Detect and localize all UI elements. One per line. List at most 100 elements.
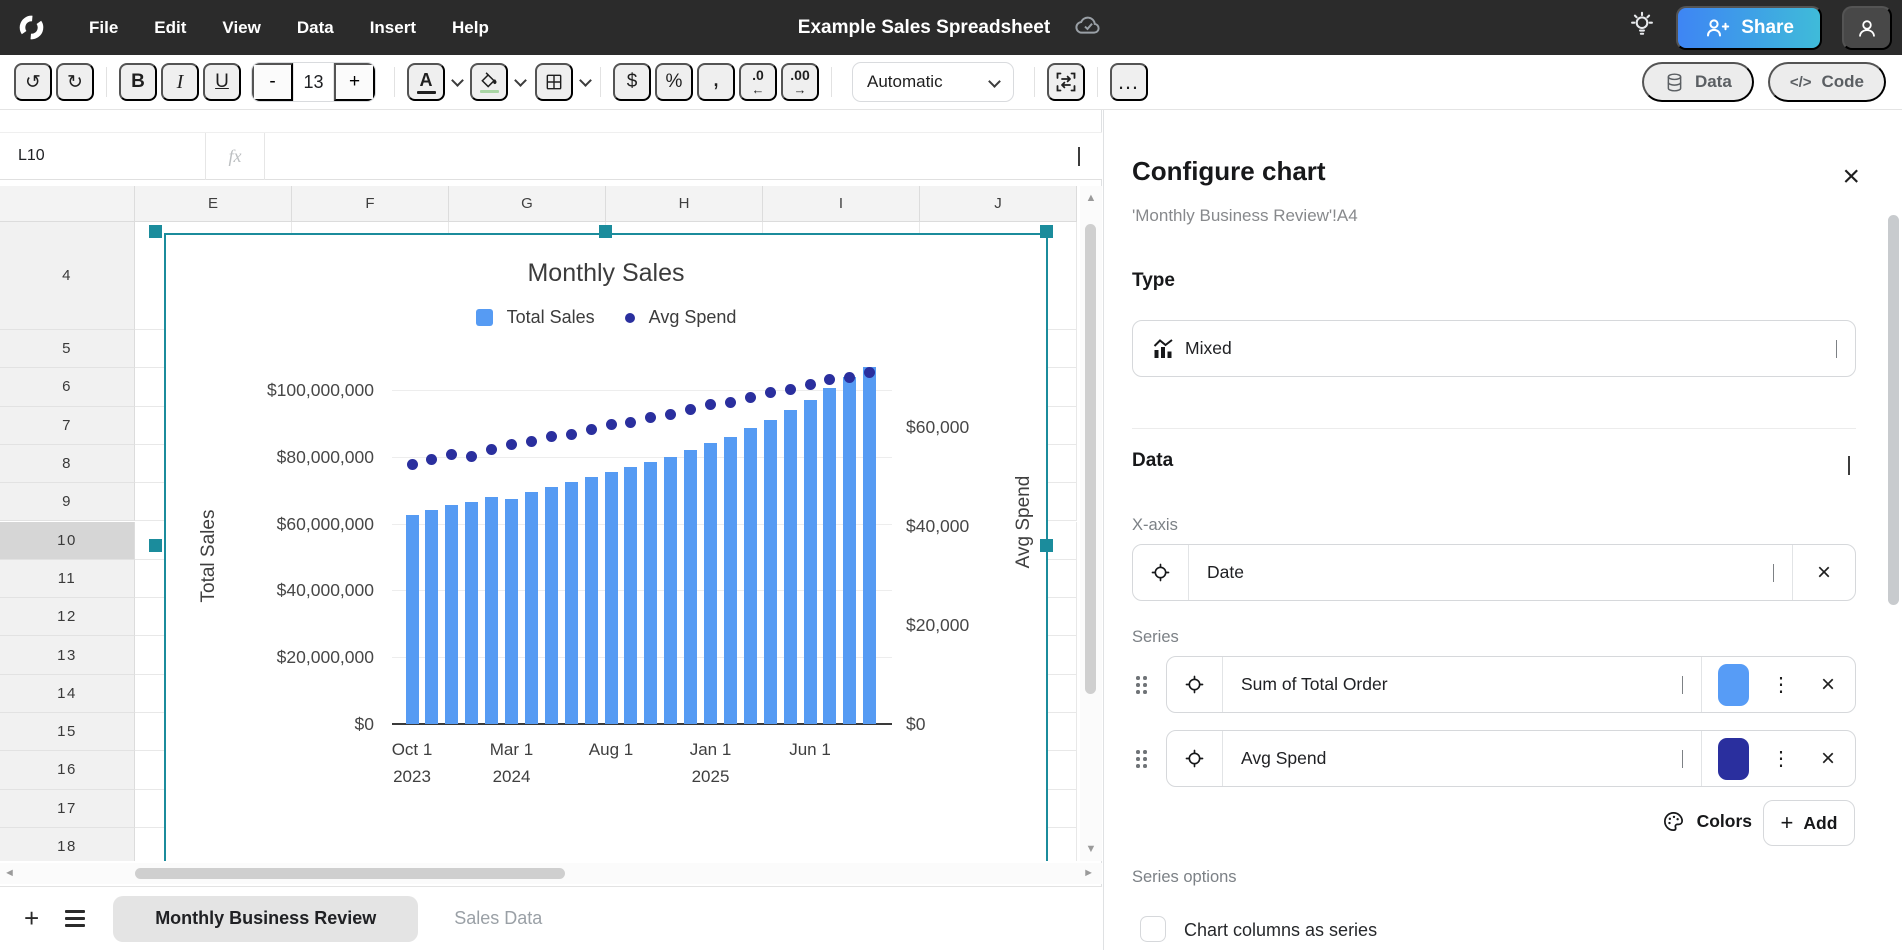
sheet-tab-inactive[interactable]: Sales Data	[454, 908, 542, 929]
text-color-button[interactable]: A	[407, 63, 445, 101]
horizontal-scrollbar[interactable]: ◄ ►	[0, 863, 1102, 884]
vertical-scrollbar-thumb[interactable]	[1085, 224, 1096, 694]
swap-range-button[interactable]	[1047, 63, 1085, 101]
borders-button[interactable]	[535, 63, 573, 101]
column-header-G[interactable]: G	[449, 186, 606, 222]
target-picker-icon[interactable]	[1133, 545, 1189, 600]
series-color-swatch[interactable]	[1718, 738, 1749, 780]
target-picker-icon[interactable]	[1167, 731, 1223, 786]
menu-data[interactable]: Data	[297, 18, 334, 38]
row-header-18[interactable]: 18	[0, 828, 135, 861]
panel-close-button[interactable]: ×	[1842, 162, 1860, 192]
percent-format-button[interactable]: %	[655, 63, 693, 101]
document-title[interactable]: Example Sales Spreadsheet	[798, 17, 1050, 39]
menu-view[interactable]: View	[222, 18, 260, 38]
chevron-down-icon[interactable]	[1676, 750, 1683, 768]
row-header-4[interactable]: 4	[0, 222, 135, 330]
x-axis-remove-button[interactable]: ×	[1793, 545, 1855, 600]
cell-reference-box[interactable]: L10	[0, 147, 205, 165]
row-header-10[interactable]: 10	[0, 522, 135, 560]
rows-logo-icon[interactable]	[18, 14, 45, 41]
series-name[interactable]: Avg Spend	[1223, 748, 1676, 769]
chevron-down-icon[interactable]	[1676, 676, 1683, 694]
series-remove-button[interactable]: ×	[1801, 731, 1855, 786]
chevron-down-icon[interactable]	[514, 74, 527, 87]
x-axis-value[interactable]: Date	[1189, 562, 1767, 583]
comma-format-button[interactable]: ,	[697, 63, 735, 101]
chart-resize-handle-top-right[interactable]	[1040, 225, 1053, 238]
row-header-5[interactable]: 5	[0, 330, 135, 368]
menu-file[interactable]: File	[89, 18, 118, 38]
scroll-up-icon[interactable]: ▲	[1080, 192, 1102, 204]
chevron-down-icon[interactable]	[451, 74, 464, 87]
drag-handle-icon[interactable]	[1136, 750, 1148, 768]
menu-help[interactable]: Help	[452, 18, 489, 38]
undo-button[interactable]: ↺	[14, 63, 52, 101]
chevron-down-icon[interactable]	[1767, 564, 1774, 582]
series-options-kebab-icon[interactable]: ⋮	[1761, 672, 1801, 697]
add-series-button[interactable]: + Add	[1763, 800, 1855, 846]
series-name[interactable]: Sum of Total Order	[1223, 674, 1676, 695]
embedded-chart[interactable]: Monthly Sales Total SalesAvg Spend $100,…	[164, 233, 1048, 861]
currency-format-button[interactable]: $	[613, 63, 651, 101]
menu-insert[interactable]: Insert	[370, 18, 416, 38]
series-options-kebab-icon[interactable]: ⋮	[1761, 746, 1801, 771]
row-header-14[interactable]: 14	[0, 675, 135, 713]
font-size-decrease-button[interactable]: -	[252, 63, 293, 101]
row-header-17[interactable]: 17	[0, 790, 135, 828]
chart-resize-handle-top-middle[interactable]	[599, 225, 612, 238]
panel-scrollbar-thumb[interactable]	[1888, 215, 1899, 605]
chart-resize-handle-middle-right[interactable]	[1040, 539, 1053, 552]
row-header-13[interactable]: 13	[0, 636, 135, 674]
bold-button[interactable]: B	[119, 63, 157, 101]
font-size-increase-button[interactable]: +	[334, 63, 375, 101]
column-header-I[interactable]: I	[763, 186, 920, 222]
code-button[interactable]: </> Code	[1768, 62, 1886, 102]
fill-color-button[interactable]	[470, 63, 508, 101]
underline-button[interactable]: U	[203, 63, 241, 101]
column-header-E[interactable]: E	[135, 186, 292, 222]
row-header-15[interactable]: 15	[0, 713, 135, 751]
add-sheet-button[interactable]: +	[24, 903, 39, 934]
horizontal-scrollbar-thumb[interactable]	[135, 868, 565, 879]
series-color-swatch[interactable]	[1718, 664, 1749, 706]
row-header-12[interactable]: 12	[0, 598, 135, 636]
menu-edit[interactable]: Edit	[154, 18, 186, 38]
scroll-left-icon[interactable]: ◄	[4, 867, 15, 879]
sheet-tab-active[interactable]: Monthly Business Review	[113, 896, 418, 942]
data-section-collapse-button[interactable]	[1842, 456, 1850, 474]
chart-resize-handle-middle-left[interactable]	[149, 539, 162, 552]
grid-corner[interactable]	[0, 186, 135, 222]
row-header-11[interactable]: 11	[0, 560, 135, 598]
drag-handle-icon[interactable]	[1136, 676, 1148, 694]
series-remove-button[interactable]: ×	[1801, 657, 1855, 712]
data-sources-button[interactable]: Data	[1642, 62, 1754, 102]
chart-type-select[interactable]: Mixed	[1132, 320, 1856, 377]
number-format-select[interactable]: Automatic	[852, 62, 1014, 102]
font-size-value[interactable]: 13	[293, 63, 334, 101]
row-header-6[interactable]: 6	[0, 368, 135, 406]
column-header-F[interactable]: F	[292, 186, 449, 222]
chart-columns-as-series-checkbox[interactable]	[1140, 916, 1166, 942]
chevron-down-icon[interactable]	[579, 74, 592, 87]
column-header-J[interactable]: J	[920, 186, 1077, 222]
row-header-7[interactable]: 7	[0, 407, 135, 445]
decrease-decimal-button[interactable]: .0 ←	[739, 63, 777, 101]
italic-button[interactable]: I	[161, 63, 199, 101]
chart-resize-handle-top-left[interactable]	[149, 225, 162, 238]
sheet-list-menu-icon[interactable]	[65, 910, 85, 927]
redo-button[interactable]: ↻	[56, 63, 94, 101]
row-header-8[interactable]: 8	[0, 445, 135, 483]
share-button[interactable]: Share	[1676, 6, 1822, 50]
increase-decimal-button[interactable]: .00 →	[781, 63, 819, 101]
column-header-H[interactable]: H	[606, 186, 763, 222]
target-picker-icon[interactable]	[1167, 657, 1223, 712]
scroll-right-icon[interactable]: ►	[1083, 867, 1094, 879]
more-options-button[interactable]: …	[1110, 63, 1148, 101]
scroll-down-icon[interactable]: ▼	[1080, 843, 1102, 855]
account-button[interactable]	[1842, 6, 1892, 50]
row-header-9[interactable]: 9	[0, 483, 135, 521]
row-header-16[interactable]: 16	[0, 751, 135, 789]
vertical-scrollbar[interactable]: ▲ ▼	[1080, 186, 1102, 861]
theme-toggle-icon[interactable]	[1628, 10, 1656, 45]
